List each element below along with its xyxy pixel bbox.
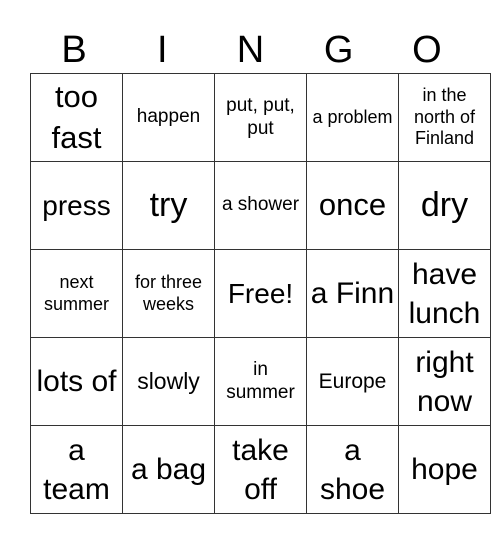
bingo-cell[interactable]: dry [398, 161, 491, 250]
bingo-cell[interactable]: a team [30, 425, 123, 514]
bingo-cell[interactable]: Free! [214, 249, 307, 338]
bingo-row: a team a bag take off a shoe hope [30, 425, 491, 514]
bingo-row: press try a shower once dry [30, 161, 491, 250]
header-letter-g: G [323, 29, 354, 71]
bingo-cell[interactable]: happen [122, 73, 215, 162]
bingo-cell[interactable]: a shower [214, 161, 307, 250]
bingo-cell[interactable]: once [306, 161, 399, 250]
bingo-header: B I N G O [30, 28, 471, 72]
header-letter-b: B [61, 29, 87, 71]
bingo-grid: too fast happen put, put, put a problem in t… [30, 73, 491, 514]
bingo-cell[interactable]: try [122, 161, 215, 250]
bingo-cell[interactable]: in the north of Finland [398, 73, 491, 162]
bingo-row: too fast happen put, put, put a problem in t… [30, 73, 491, 162]
bingo-cell[interactable]: slowly [122, 337, 215, 426]
bingo-row: next summer for three weeks Free! a Finn hav… [30, 249, 491, 338]
bingo-cell[interactable]: put, put, put [214, 73, 307, 162]
bingo-cell[interactable]: a Finn [306, 249, 399, 338]
bingo-cell[interactable]: a bag [122, 425, 215, 514]
bingo-cell[interactable]: too fast [30, 73, 123, 162]
bingo-cell[interactable]: lots of [30, 337, 123, 426]
header-letter-o: O [412, 29, 442, 71]
bingo-cell[interactable]: hope [398, 425, 491, 514]
bingo-cell[interactable]: in summer [214, 337, 307, 426]
bingo-cell[interactable]: take off [214, 425, 307, 514]
bingo-cell[interactable]: Europe [306, 337, 399, 426]
bingo-cell[interactable]: right now [398, 337, 491, 426]
bingo-cell[interactable]: a problem [306, 73, 399, 162]
bingo-cell[interactable]: next summer [30, 249, 123, 338]
bingo-row: lots of slowly in summer Europe right now [30, 337, 491, 426]
bingo-cell[interactable]: for three weeks [122, 249, 215, 338]
header-letter-n: N [236, 29, 265, 71]
bingo-cell[interactable]: have lunch [398, 249, 491, 338]
bingo-cell[interactable]: a shoe [306, 425, 399, 514]
bingo-cell[interactable]: press [30, 161, 123, 250]
header-letter-i: I [157, 29, 168, 71]
